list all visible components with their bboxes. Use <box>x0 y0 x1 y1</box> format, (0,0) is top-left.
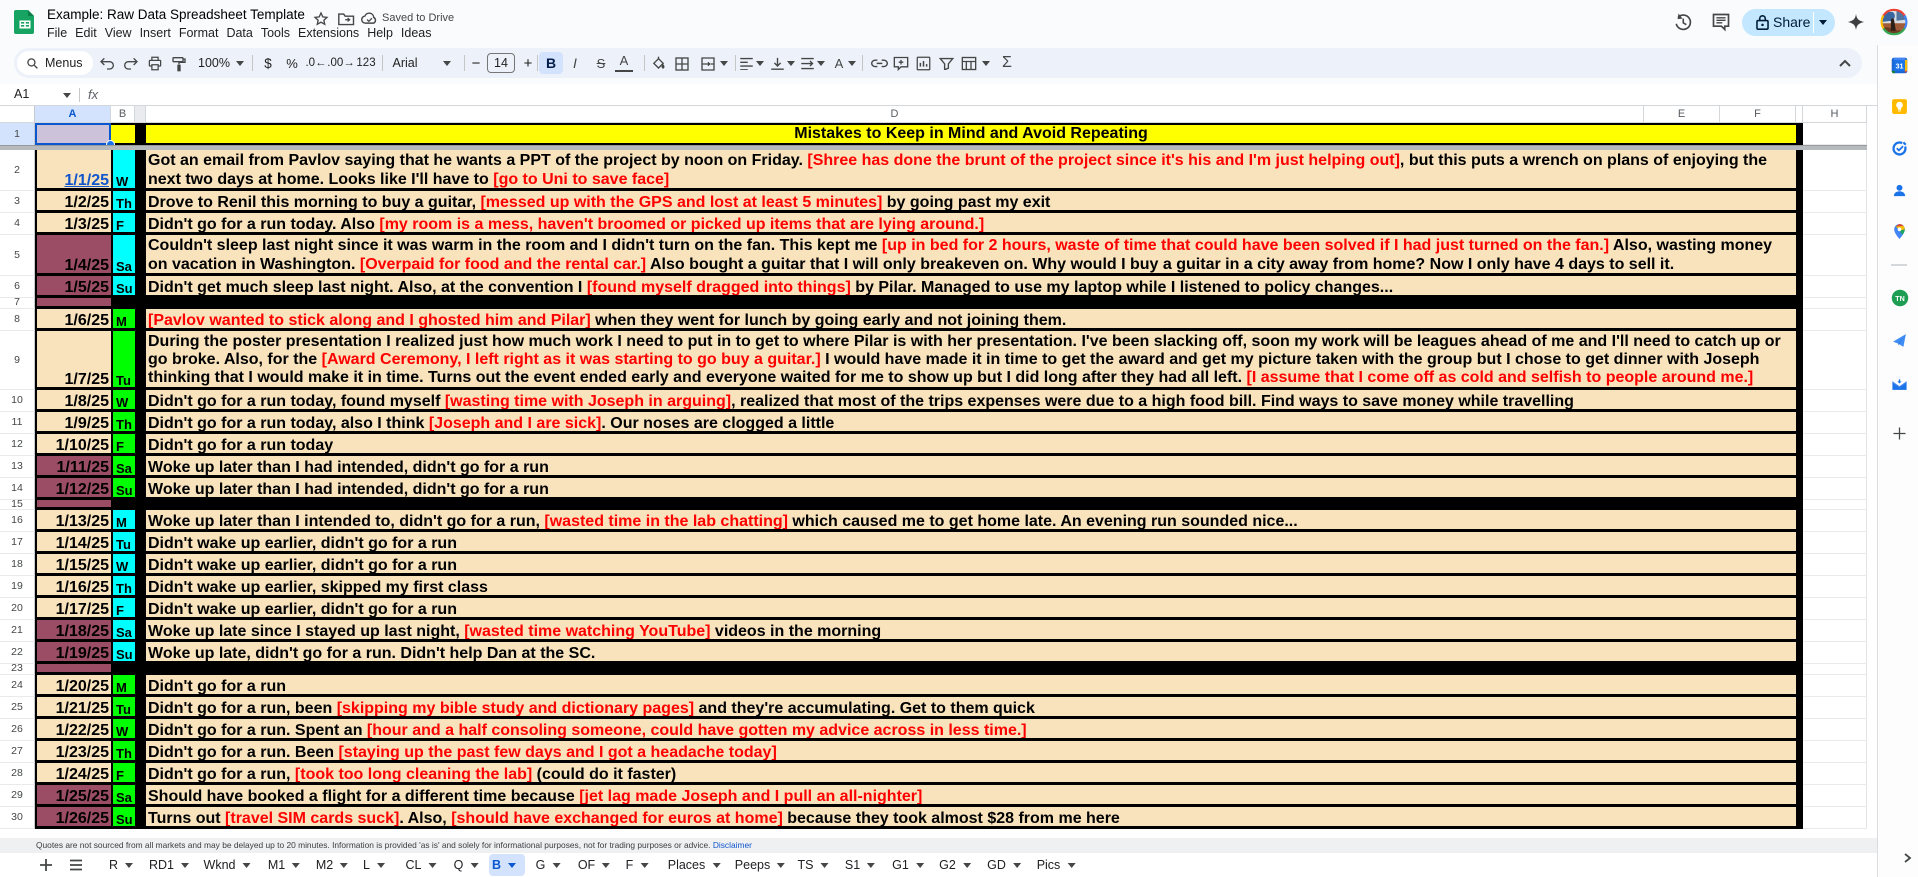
svg-text:31: 31 <box>1896 62 1904 70</box>
svg-text:TN: TN <box>1895 295 1904 303</box>
